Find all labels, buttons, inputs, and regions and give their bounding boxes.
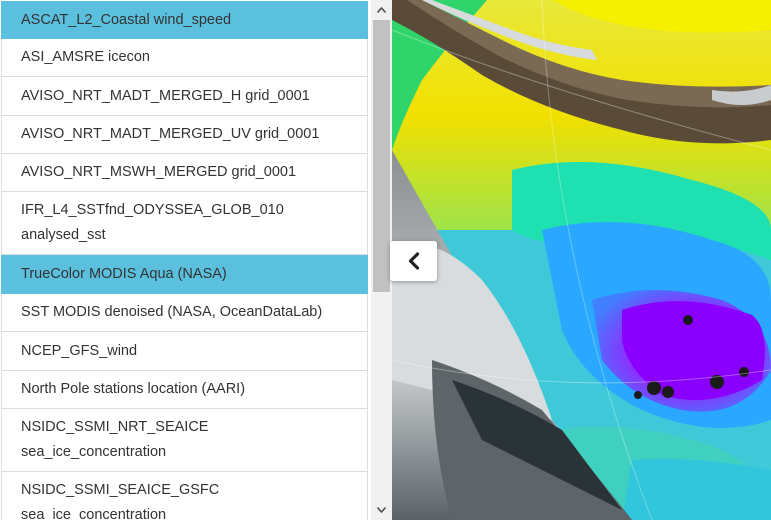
layer-item-label: SST MODIS denoised (NASA, OceanDataLab)	[21, 304, 323, 320]
layer-item-label: TrueColor MODIS Aqua (NASA)	[21, 265, 227, 282]
layer-item-asi-amsre-icecon[interactable]: ASI_AMSRE icecon	[1, 39, 368, 77]
layer-item-label: AVISO_NRT_MADT_MERGED_UV grid_0001	[21, 126, 320, 142]
layer-item-label: NCEP_GFS_wind	[21, 342, 138, 359]
layer-item-label: AVISO_NRT_MADT_MERGED_H grid_0001	[21, 87, 310, 104]
layer-item-aviso-madt-h[interactable]: AVISO_NRT_MADT_MERGED_H grid_0001	[1, 77, 368, 116]
chevron-left-icon	[408, 252, 419, 270]
layer-item-ascat-coastal-wind[interactable]: ASCAT_L2_Coastal wind_speed	[1, 1, 368, 39]
layer-item-ifr-sst-odyssea[interactable]: IFR_L4_SSTfnd_ODYSSEA_GLOB_010 analysed_…	[1, 192, 368, 255]
map-view[interactable]	[392, 0, 771, 520]
layer-item-sst-modis-denoised[interactable]: SST MODIS denoised (NASA, OceanDataLab)	[1, 294, 368, 332]
layer-item-north-pole-stations[interactable]: North Pole stations location (AARI)	[1, 371, 368, 409]
layer-item-label: IFR_L4_SSTfnd_ODYSSEA_GLOB_010 analysed_…	[21, 202, 284, 243]
layer-item-label: NSIDC_SSMI_SEAICE_GSFC sea_ice_concentra…	[21, 482, 220, 520]
layer-list-scrollbar[interactable]	[371, 0, 392, 520]
scroll-thumb[interactable]	[373, 20, 390, 292]
layer-item-label: AVISO_NRT_MSWH_MERGED grid_0001	[21, 164, 297, 180]
scroll-up-button[interactable]	[371, 0, 392, 20]
layer-item-label: NSIDC_SSMI_NRT_SEAICE sea_ice_concentrat…	[21, 419, 209, 460]
scroll-down-button[interactable]	[371, 500, 392, 520]
layer-item-truecolor-modis-aqua[interactable]: TrueColor MODIS Aqua (NASA)	[1, 255, 368, 294]
layer-item-label: North Pole stations location (AARI)	[21, 381, 246, 397]
layer-list: ASCAT_L2_Coastal wind_speed ASI_AMSRE ic…	[0, 0, 371, 520]
triangle-up-icon	[377, 7, 386, 13]
layer-item-aviso-madt-uv[interactable]: AVISO_NRT_MADT_MERGED_UV grid_0001	[1, 116, 368, 154]
satellite-map-image	[392, 0, 771, 520]
layer-item-ncep-gfs-wind[interactable]: NCEP_GFS_wind	[1, 332, 368, 371]
layer-item-label: ASI_AMSRE icecon	[21, 49, 150, 65]
collapse-panel-button[interactable]	[390, 241, 437, 281]
triangle-down-icon	[377, 507, 386, 513]
layer-item-label: ASCAT_L2_Coastal wind_speed	[21, 11, 232, 28]
layer-item-nsidc-seaice-gsfc[interactable]: NSIDC_SSMI_SEAICE_GSFC sea_ice_concentra…	[1, 472, 368, 520]
layer-item-aviso-mswh[interactable]: AVISO_NRT_MSWH_MERGED grid_0001	[1, 154, 368, 192]
layer-item-nsidc-nrt-seaice[interactable]: NSIDC_SSMI_NRT_SEAICE sea_ice_concentrat…	[1, 409, 368, 472]
